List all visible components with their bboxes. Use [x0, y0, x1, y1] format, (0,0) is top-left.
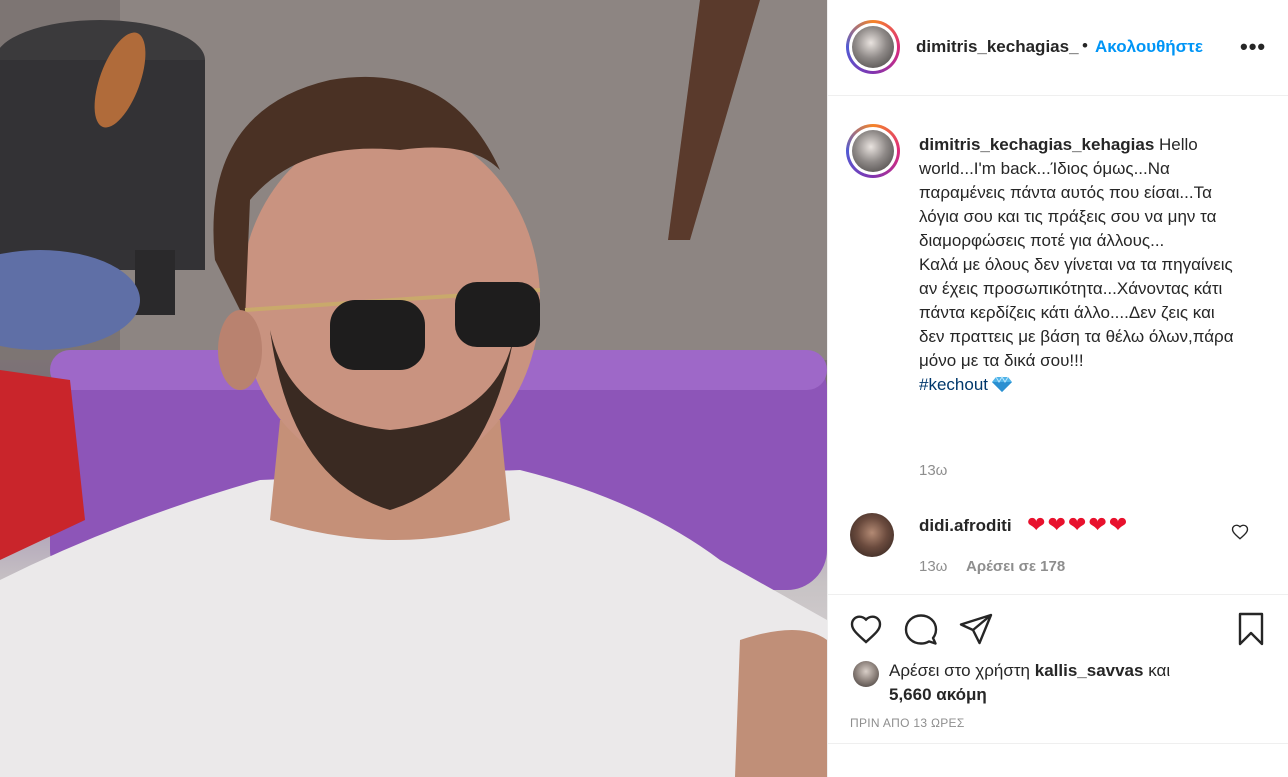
heart-emoji-icon: ❤	[1047, 512, 1066, 537]
likes-count[interactable]: 5,660 ακόμη	[889, 685, 987, 704]
liked-by-user[interactable]: kallis_savvas	[1035, 661, 1144, 680]
heart-emoji-icon: ❤	[1027, 512, 1046, 537]
post-caption: dimitris_kechagias_kehagias Hello world.…	[919, 133, 1239, 397]
post-sidebar: dimitris_kechagias_ • Ακολουθήστε ••• di…	[827, 0, 1288, 777]
caption-timestamp[interactable]: 13ω	[919, 462, 947, 479]
post-photo[interactable]	[0, 0, 827, 777]
liked-by-text: Αρέσει στο χρήστη kallis_savvas και 5,66…	[889, 659, 1249, 707]
commenter-username[interactable]: didi.afroditi	[919, 516, 1012, 536]
comments-area: dimitris_kechagias_kehagias Hello world.…	[828, 97, 1288, 594]
comment-likes-count[interactable]: Αρέσει σε 178	[966, 558, 1065, 575]
share-icon[interactable]	[958, 611, 994, 647]
commenter-avatar[interactable]	[850, 513, 894, 557]
gem-emoji-icon	[992, 376, 1012, 392]
liked-by-middle: και	[1143, 661, 1171, 680]
comment-hearts: ❤ ❤ ❤ ❤ ❤	[1027, 514, 1127, 536]
author-avatar[interactable]	[846, 20, 900, 74]
hashtag-link[interactable]: #kechout	[919, 375, 988, 394]
liked-by-prefix: Αρέσει στο χρήστη	[889, 661, 1035, 680]
bookmark-icon[interactable]	[1233, 611, 1269, 647]
post-timestamp[interactable]: ΠΡΙΝ ΑΠΟ 13 ΩΡΕΣ	[850, 716, 965, 730]
comment-like-icon[interactable]	[1231, 523, 1249, 541]
caption-author-avatar[interactable]	[846, 124, 900, 178]
add-comment-area[interactable]	[828, 743, 1288, 777]
author-username[interactable]: dimitris_kechagias_	[916, 37, 1079, 57]
more-options-icon[interactable]: •••	[1240, 36, 1266, 58]
follow-button[interactable]: Ακολουθήστε	[1095, 37, 1203, 57]
separator-dot: •	[1082, 36, 1088, 55]
post-actions: Αρέσει στο χρήστη kallis_savvas και 5,66…	[828, 594, 1288, 777]
liked-by-avatar[interactable]	[853, 661, 879, 687]
heart-emoji-icon: ❤	[1108, 512, 1128, 537]
heart-emoji-icon: ❤	[1067, 512, 1087, 537]
comment-timestamp[interactable]: 13ω	[919, 558, 947, 575]
comment-icon[interactable]	[903, 611, 939, 647]
photo-illustration	[0, 0, 827, 777]
post-header: dimitris_kechagias_ • Ακολουθήστε •••	[828, 0, 1288, 96]
caption-username[interactable]: dimitris_kechagias_kehagias	[919, 135, 1154, 154]
heart-emoji-icon: ❤	[1088, 512, 1107, 537]
caption-text: Hello world...I'm back...Ίδιος όμως...Να…	[919, 135, 1234, 370]
heart-icon[interactable]	[848, 611, 884, 647]
